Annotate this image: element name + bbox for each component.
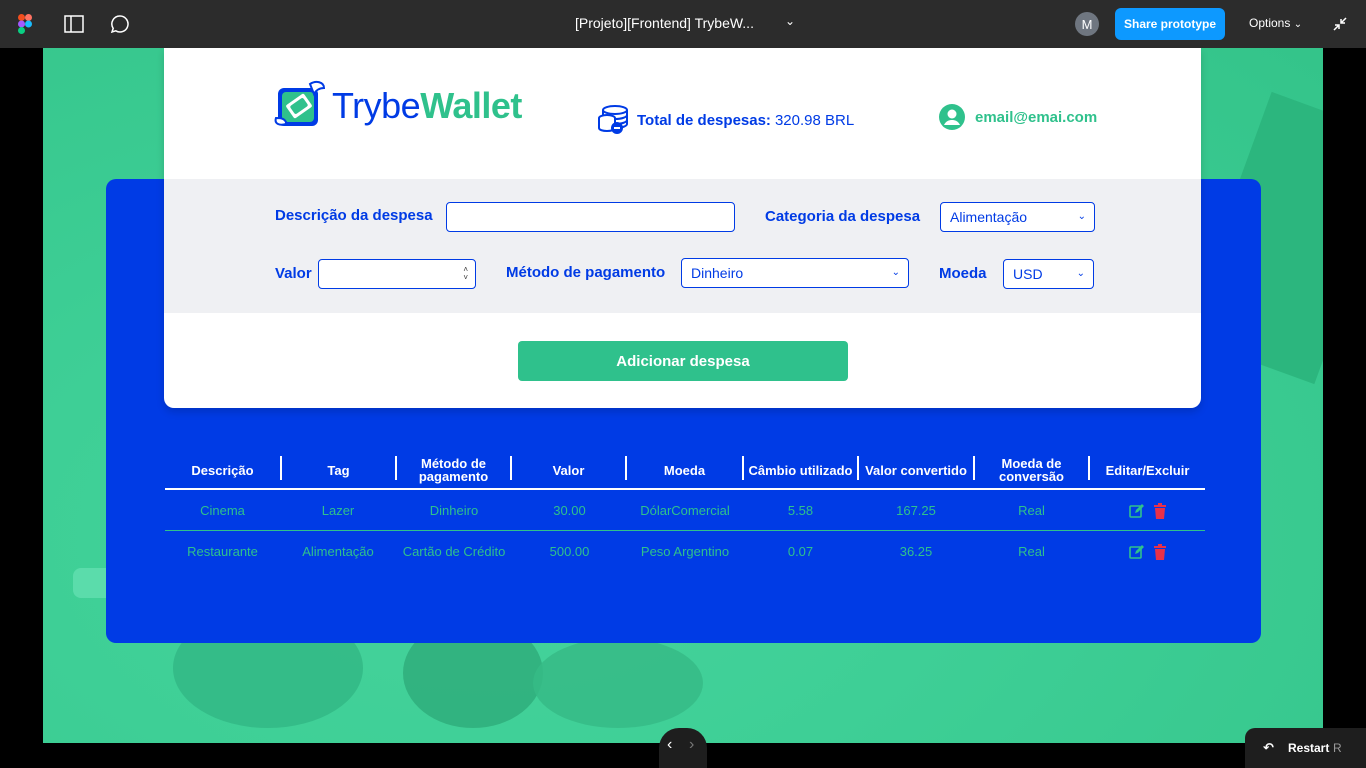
- cell-tag: Alimentação: [302, 544, 374, 559]
- payment-method-label: Método de pagamento: [506, 264, 666, 281]
- email-text: email@emai.com: [975, 108, 1098, 126]
- document-title[interactable]: [Projeto][Frontend] TrybeW...: [575, 15, 754, 31]
- add-expense-button[interactable]: Adicionar despesa: [518, 341, 848, 381]
- cell-currency: Peso Argentino: [640, 544, 730, 559]
- figma-logo-icon[interactable]: [13, 12, 37, 36]
- header-conversion-currency: Moeda de conversão: [998, 456, 1065, 484]
- value-label: Valor: [275, 265, 312, 282]
- header-edit-delete: Editar/Excluir: [1105, 462, 1190, 478]
- header-exchange-rate: Câmbio utilizado: [748, 462, 853, 478]
- avatar[interactable]: M: [1075, 12, 1099, 36]
- payment-method-select[interactable]: Dinheiro ⌄: [681, 258, 909, 288]
- header-card: TrybeWallet Total de despesas: 320.98 BR…: [164, 48, 1201, 408]
- logo-trybe: Trybe: [332, 85, 421, 126]
- header-value: Valor: [552, 462, 585, 478]
- cell-description: Restaurante: [187, 544, 258, 559]
- options-menu[interactable]: Options ⌄: [1249, 16, 1302, 30]
- category-select-value: Alimentação: [950, 209, 1028, 225]
- figma-toolbar: [Projeto][Frontend] TrybeW... ⌄ M Share …: [0, 0, 1366, 48]
- chevron-down-icon[interactable]: ⌄: [785, 14, 795, 28]
- chevron-down-icon: ⌄: [891, 267, 900, 278]
- table-row: Cinema Lazer Dinheiro 30.00 DólarComerci…: [165, 490, 1205, 531]
- logo-text: TrybeWallet: [332, 85, 522, 127]
- wallet-logo-icon: [274, 80, 326, 126]
- number-spinner-icon[interactable]: ˄ ˅: [463, 266, 468, 282]
- payment-method-value: Dinheiro: [691, 265, 744, 281]
- header-tag: Tag: [327, 462, 350, 478]
- trash-icon[interactable]: [1153, 544, 1169, 560]
- next-frame-icon[interactable]: ›: [689, 736, 694, 754]
- category-select[interactable]: Alimentação ⌄: [940, 202, 1095, 232]
- value-input[interactable]: ˄ ˅: [318, 259, 476, 289]
- cell-exchange-rate: 5.58: [787, 503, 814, 518]
- cell-payment-method: Dinheiro: [429, 503, 479, 518]
- cell-converted-value: 167.25: [896, 503, 936, 518]
- restart-label: Restart: [1288, 741, 1330, 755]
- restart-icon: ↶: [1263, 740, 1274, 755]
- header-description: Descrição: [191, 462, 254, 478]
- restart-shortcut: R: [1333, 741, 1342, 755]
- currency-select-value: USD: [1013, 266, 1043, 282]
- currency-select[interactable]: USD ⌄: [1003, 259, 1094, 289]
- cell-payment-method: Cartão de Crédito: [402, 544, 506, 559]
- logo-wallet: Wallet: [420, 85, 522, 126]
- share-prototype-button[interactable]: Share prototype: [1115, 8, 1225, 40]
- coins-icon: [598, 105, 628, 134]
- description-input[interactable]: [446, 202, 735, 232]
- cell-conversion-currency: Real: [1018, 503, 1045, 518]
- total-label: Total de despesas:: [637, 111, 771, 129]
- cell-exchange-rate: 0.07: [787, 544, 814, 559]
- cell-description: Cinema: [200, 503, 245, 518]
- total-expenses: Total de despesas: 320.98 BRL: [597, 104, 854, 136]
- expenses-table: Descrição Tag Método de pagamento Valor …: [165, 450, 1205, 572]
- cell-conversion-currency: Real: [1018, 544, 1045, 559]
- options-label: Options: [1249, 16, 1291, 30]
- user-email: email@emai.com: [939, 104, 1097, 130]
- total-value: 320.98 BRL: [774, 111, 855, 129]
- table-header: Descrição Tag Método de pagamento Valor …: [165, 450, 1205, 490]
- category-label: Categoria da despesa: [765, 208, 921, 225]
- edit-icon[interactable]: [1129, 544, 1145, 560]
- frame-navigation: ‹ ›: [659, 728, 707, 768]
- cell-value: 500.00: [549, 544, 590, 559]
- chevron-down-icon: ⌄: [1293, 19, 1303, 30]
- header-payment-method: Método de pagamento: [418, 456, 489, 484]
- header-currency: Moeda: [663, 462, 706, 478]
- comment-icon[interactable]: [108, 12, 132, 36]
- expense-form: Descrição da despesa Categoria da despes…: [164, 179, 1201, 313]
- edit-icon[interactable]: [1129, 503, 1145, 519]
- restart-button[interactable]: ↶ Restart R: [1245, 728, 1366, 768]
- coin-decoration: [533, 638, 703, 728]
- trash-icon[interactable]: [1153, 503, 1169, 519]
- collapse-icon[interactable]: [1330, 14, 1350, 34]
- cell-converted-value: 36.25: [899, 544, 933, 559]
- currency-label: Moeda: [939, 265, 987, 282]
- previous-frame-icon[interactable]: ‹: [667, 736, 672, 754]
- sidebar-toggle-icon[interactable]: [62, 12, 86, 36]
- header-converted-value: Valor convertido: [865, 462, 967, 478]
- description-label: Descrição da despesa: [275, 207, 433, 224]
- trybe-wallet-logo: TrybeWallet: [274, 80, 522, 132]
- chevron-down-icon: ⌄: [1076, 268, 1085, 279]
- cell-value: 30.00: [553, 503, 586, 518]
- chevron-down-icon: ⌄: [1077, 211, 1086, 222]
- cell-currency: DólarComercial: [640, 503, 730, 518]
- user-icon: [939, 104, 965, 130]
- table-row: Restaurante Alimentação Cartão de Crédit…: [165, 531, 1205, 572]
- cell-tag: Lazer: [321, 503, 355, 518]
